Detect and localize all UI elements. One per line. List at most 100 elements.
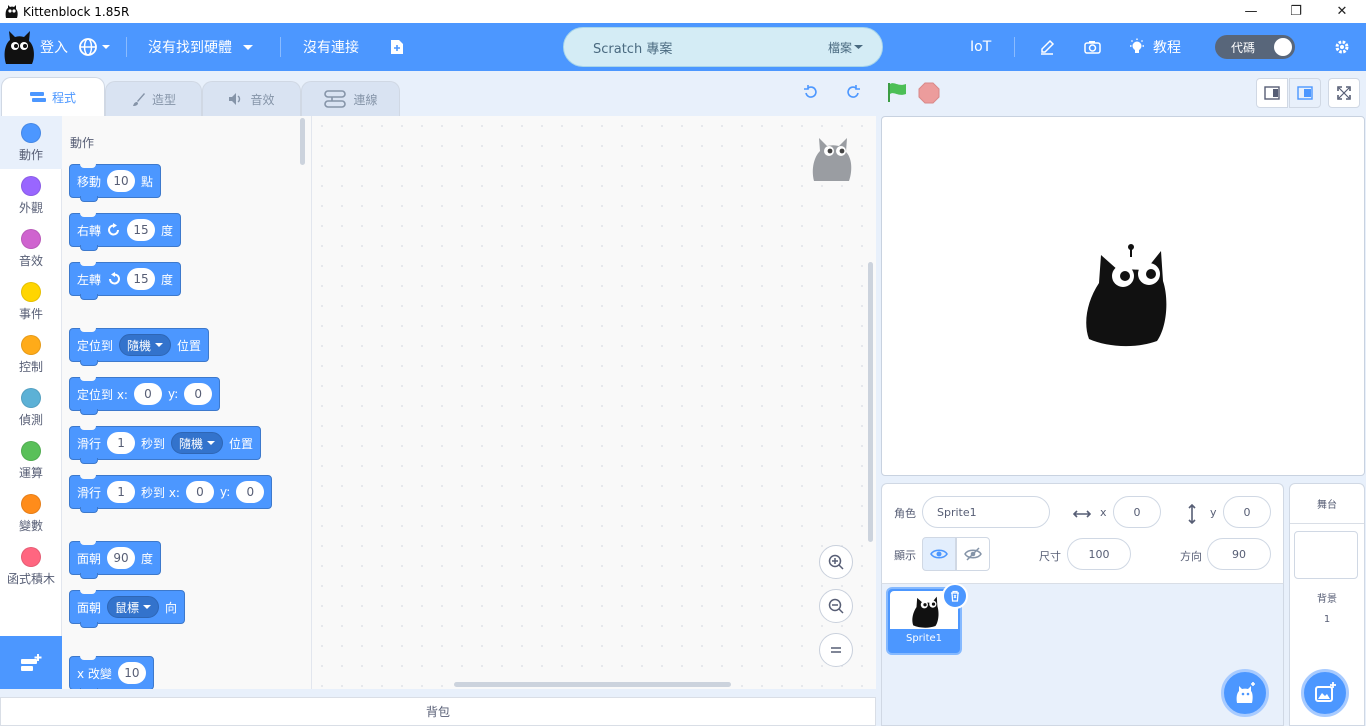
category-variables[interactable]: 變數	[0, 487, 62, 540]
x-position-input[interactable]: 0	[1113, 496, 1161, 528]
restore-button[interactable]: ❐	[1273, 0, 1319, 23]
category-dot	[21, 228, 41, 249]
project-title-bar[interactable]: Scratch 專案 檔案	[563, 27, 883, 67]
steps-input[interactable]: 10	[107, 170, 136, 192]
goto-block[interactable]: 定位到 隨機 位置	[69, 328, 210, 366]
add-extension-button[interactable]	[0, 636, 62, 689]
change-x-input[interactable]: 10	[117, 662, 146, 684]
category-dot	[21, 493, 41, 514]
trash-icon	[951, 590, 959, 602]
delete-sprite-button[interactable]	[942, 583, 968, 609]
settings-gear-icon[interactable]	[1334, 23, 1350, 71]
iot-button[interactable]: IoT	[970, 23, 991, 71]
redo-icon[interactable]	[842, 80, 866, 104]
kitten-logo-icon[interactable]	[2, 23, 36, 71]
direction-input[interactable]: 90	[107, 547, 136, 569]
glide-to-block[interactable]: 滑行 1 秒到 隨機 位置	[69, 426, 262, 464]
category-sound[interactable]: 音效	[0, 222, 62, 275]
category-looks[interactable]: 外觀	[0, 169, 62, 222]
goto-target-dropdown[interactable]: 隨機	[119, 334, 172, 356]
tab-costumes-label: 造型	[151, 92, 176, 107]
tab-connection[interactable]: 連線	[301, 81, 400, 116]
green-flag-icon[interactable]	[885, 80, 909, 104]
goto-xy-block[interactable]: 定位到 x: 0 y: 0	[69, 377, 221, 415]
small-stage-icon[interactable]	[1256, 78, 1288, 108]
hide-sprite-button[interactable]	[956, 537, 990, 571]
tab-sounds-label: 音效	[250, 92, 275, 107]
category-motion[interactable]: 動作	[0, 116, 62, 169]
glide-target-dropdown[interactable]: 隨機	[171, 432, 224, 454]
undo-icon[interactable]	[798, 80, 822, 104]
towards-target-dropdown[interactable]: 鼠標	[107, 596, 160, 618]
connection-status[interactable]: 沒有連接	[303, 23, 359, 71]
point-direction-block[interactable]: 面朝 90 度	[69, 541, 162, 579]
caret-down-icon	[243, 45, 253, 50]
x-input[interactable]: 0	[133, 383, 162, 405]
fullscreen-icon[interactable]	[1328, 78, 1360, 108]
point-towards-block[interactable]: 面朝 鼠標 向	[69, 590, 186, 628]
block-text: 度	[161, 272, 174, 287]
glide-xy-block[interactable]: 滑行 1 秒到 x: 0 y: 0	[69, 475, 273, 513]
new-file-icon[interactable]	[390, 23, 404, 71]
block-text: 左轉	[77, 272, 102, 287]
menu-divider	[1014, 37, 1015, 57]
turn-left-block[interactable]: 左轉 15 度	[69, 262, 182, 300]
zoom-out-icon[interactable]	[819, 589, 853, 623]
stop-sign-icon[interactable]	[917, 81, 941, 105]
block-text: 面朝	[77, 551, 102, 566]
turn-right-block[interactable]: 右轉 15 度	[69, 213, 182, 251]
file-menu[interactable]: 檔案	[828, 39, 864, 56]
category-sensing[interactable]: 偵測	[0, 381, 62, 434]
zoom-in-icon[interactable]	[819, 545, 853, 579]
add-backdrop-button[interactable]	[1301, 669, 1349, 717]
dropdown-value: 隨機	[179, 436, 204, 451]
zoom-reset-icon[interactable]	[819, 633, 853, 667]
y-input[interactable]: 0	[184, 383, 213, 405]
palette-scrollbar[interactable]	[300, 118, 305, 165]
y-input[interactable]: 0	[236, 481, 265, 503]
tutorial-button[interactable]: 教程	[1128, 23, 1181, 71]
add-sprite-button[interactable]	[1221, 669, 1269, 717]
category-label: 外觀	[18, 200, 43, 215]
direction-input[interactable]: 90	[1207, 538, 1271, 570]
workspace-horizontal-scrollbar[interactable]	[454, 682, 731, 687]
hardware-menu[interactable]: 沒有找到硬體	[148, 23, 254, 71]
size-input[interactable]: 100	[1067, 538, 1131, 570]
login-button[interactable]: 登入	[40, 23, 68, 71]
x-input[interactable]: 0	[185, 481, 214, 503]
degrees-input[interactable]: 15	[127, 219, 156, 241]
large-stage-icon[interactable]	[1289, 78, 1321, 108]
tab-costumes[interactable]: 造型	[105, 81, 202, 116]
kitten-sprite[interactable]	[1083, 243, 1167, 347]
script-workspace[interactable]	[312, 116, 876, 689]
pencil-icon[interactable]	[1039, 23, 1055, 71]
category-my-blocks[interactable]: 函式積木	[0, 540, 62, 593]
block-text: y:	[167, 387, 179, 401]
degrees-input[interactable]: 15	[127, 268, 156, 290]
minimize-button[interactable]: —	[1228, 0, 1274, 23]
hardware-label: 沒有找到硬體	[148, 40, 232, 56]
category-events[interactable]: 事件	[0, 275, 62, 328]
change-x-block[interactable]: x 改變 10	[69, 656, 154, 689]
seconds-input[interactable]: 1	[107, 481, 136, 503]
seconds-input[interactable]: 1	[107, 432, 136, 454]
language-menu[interactable]	[78, 23, 111, 71]
stage-thumbnail[interactable]	[1294, 531, 1358, 579]
y-position-input[interactable]: 0	[1223, 496, 1271, 528]
category-operators[interactable]: 運算	[0, 434, 62, 487]
sprite-watermark-icon	[812, 138, 852, 181]
tab-code[interactable]: 程式	[1, 77, 105, 116]
sprite-name-input[interactable]: Sprite1	[922, 496, 1050, 528]
code-toggle[interactable]: 代碼	[1215, 35, 1295, 59]
stage-canvas[interactable]	[881, 116, 1365, 476]
show-sprite-button[interactable]	[922, 537, 956, 571]
category-control[interactable]: 控制	[0, 328, 62, 381]
backpack-bar[interactable]: 背包	[0, 697, 876, 726]
camera-icon[interactable]	[1084, 23, 1101, 71]
block-text: 移動	[77, 174, 102, 189]
category-label: 變數	[18, 518, 43, 533]
tab-sounds[interactable]: 音效	[202, 81, 301, 116]
move-steps-block[interactable]: 移動 10 點	[69, 164, 162, 202]
close-button[interactable]: ✕	[1319, 0, 1365, 23]
workspace-vertical-scrollbar[interactable]	[868, 262, 873, 542]
